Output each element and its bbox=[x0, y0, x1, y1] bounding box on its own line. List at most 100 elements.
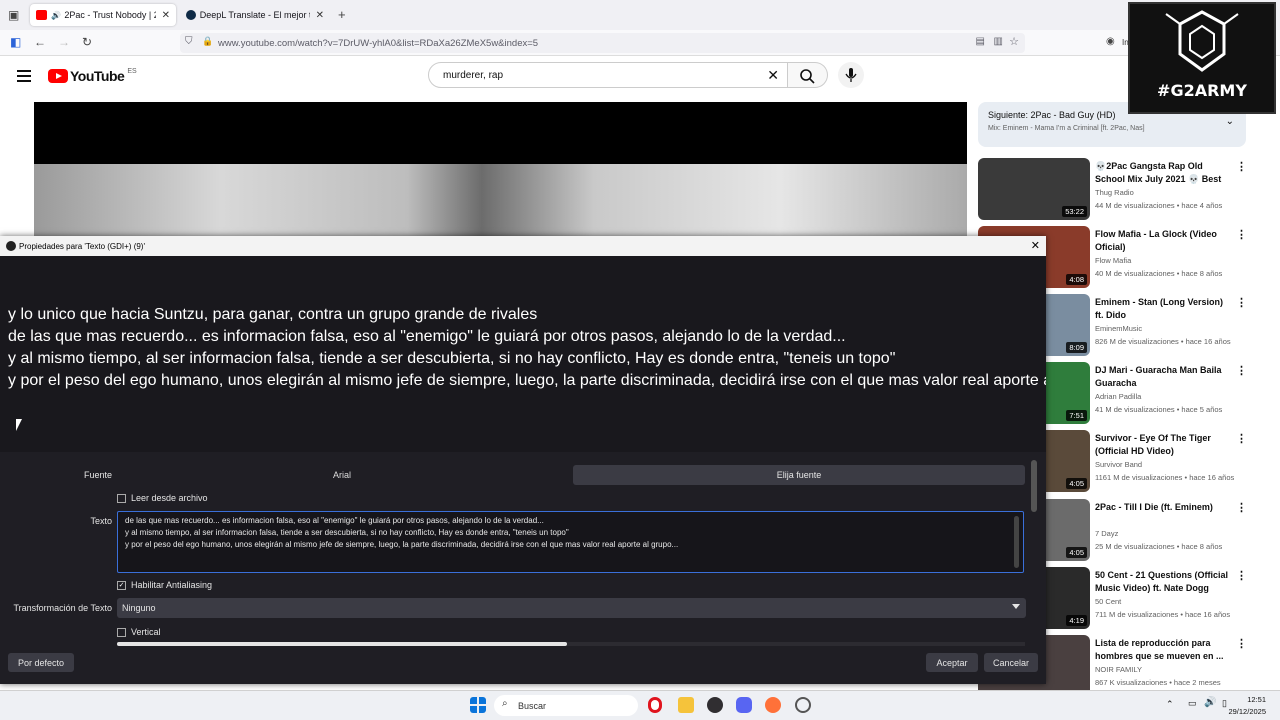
default-button[interactable]: Por defecto bbox=[8, 653, 74, 672]
checkbox-box[interactable] bbox=[117, 627, 126, 637]
reload-icon[interactable]: ↻ bbox=[82, 35, 92, 49]
obs-taskbar-icon[interactable] bbox=[707, 697, 723, 713]
windows-start-icon[interactable] bbox=[470, 697, 486, 713]
more-options-icon[interactable]: ⋮ bbox=[1236, 228, 1247, 241]
ok-button[interactable]: Aceptar bbox=[926, 653, 978, 672]
channel-name[interactable]: Survivor Band bbox=[1095, 460, 1142, 469]
battery-icon[interactable]: ▯ bbox=[1222, 698, 1227, 709]
microphone-icon bbox=[845, 68, 857, 82]
scrollbar-thumb[interactable] bbox=[117, 642, 567, 646]
video-player[interactable] bbox=[34, 102, 967, 242]
preview-line: y por el peso del ego humano, unos elegi… bbox=[8, 372, 1046, 389]
dialog-title: Propiedades para 'Texto (GDI+) (9)' bbox=[19, 241, 145, 251]
search-button[interactable] bbox=[788, 62, 828, 88]
video-title[interactable]: 50 Cent - 21 Questions (Official Music V… bbox=[1095, 569, 1231, 595]
more-options-icon[interactable]: ⋮ bbox=[1236, 501, 1247, 514]
lock-icon[interactable]: 🔒 bbox=[202, 36, 213, 47]
close-tab-icon[interactable]: ✕ bbox=[316, 10, 324, 21]
file-explorer-icon[interactable] bbox=[678, 697, 694, 713]
system-clock[interactable]: 12:51 29/12/2025 bbox=[1228, 694, 1266, 718]
more-options-icon[interactable]: ⋮ bbox=[1236, 569, 1247, 582]
video-title[interactable]: Eminem - Stan (Long Version) ft. Dido bbox=[1095, 296, 1231, 322]
more-options-icon[interactable]: ⋮ bbox=[1236, 432, 1247, 445]
search-value: murderer, rap bbox=[443, 69, 504, 81]
reader-icon[interactable]: ▥ bbox=[994, 36, 1003, 47]
text-scrollbar[interactable] bbox=[1014, 516, 1019, 568]
address-bar[interactable]: ⛉ 🔒 www.youtube.com/watch?v=7DrUW-yhlA0&… bbox=[180, 33, 1025, 53]
new-tab-icon[interactable]: + bbox=[338, 7, 346, 22]
more-options-icon[interactable]: ⋮ bbox=[1236, 364, 1247, 377]
channel-name[interactable]: Flow Mafia bbox=[1095, 256, 1131, 265]
cancel-button[interactable]: Cancelar bbox=[984, 653, 1038, 672]
video-frame bbox=[34, 164, 967, 242]
youtube-play-icon bbox=[48, 69, 68, 83]
opera-icon[interactable] bbox=[648, 697, 662, 713]
video-title[interactable]: Survivor - Eye Of The Tiger (Official HD… bbox=[1095, 432, 1231, 458]
tab-youtube[interactable]: 🔊 2Pac - Trust Nobody | 2025 ✕ bbox=[30, 4, 176, 26]
search-input[interactable]: murderer, rap ✕ bbox=[428, 62, 788, 88]
forward-icon[interactable]: → bbox=[58, 35, 70, 49]
video-meta: 41 M de visualizaciones • hace 5 años bbox=[1095, 405, 1223, 414]
sidebar-icon[interactable]: ◧ bbox=[10, 35, 21, 49]
channel-name[interactable]: EminemMusic bbox=[1095, 324, 1142, 333]
text-input[interactable]: de las que mas recuerdo... es informacio… bbox=[117, 511, 1024, 573]
dialog-title-bar[interactable]: Propiedades para 'Texto (GDI+) (9)' ✕ bbox=[0, 236, 1046, 256]
volume-icon[interactable]: 🔊 bbox=[1204, 697, 1216, 708]
chevron-up-icon[interactable]: ⌃ bbox=[1166, 699, 1174, 710]
channel-name[interactable]: 7 Dayz bbox=[1095, 529, 1118, 538]
preview-line: y al mismo tiempo, al ser informacion fa… bbox=[8, 350, 896, 367]
voice-search-button[interactable] bbox=[838, 62, 864, 88]
chevron-down-icon[interactable]: ⌄ bbox=[1226, 116, 1234, 127]
more-options-icon[interactable]: ⋮ bbox=[1236, 296, 1247, 309]
vertical-scrollbar[interactable] bbox=[1031, 460, 1037, 512]
video-meta: 711 M de visualizaciones • hace 16 años bbox=[1095, 610, 1231, 619]
checkbox-checked-icon[interactable]: ✓ bbox=[117, 580, 126, 590]
speaker-icon: 🔊 bbox=[51, 10, 62, 20]
menu-icon[interactable] bbox=[17, 70, 31, 85]
read-from-file-checkbox[interactable]: Leer desde archivo bbox=[117, 493, 208, 503]
g2army-text: #G2ARMY bbox=[1157, 81, 1247, 100]
video-title[interactable]: Lista de reproducción para hombres que s… bbox=[1095, 637, 1231, 663]
recommendation-item[interactable]: 53:22 💀2Pac Gangsta Rap Old School Mix Ju… bbox=[978, 158, 1258, 222]
obs-icon bbox=[6, 241, 16, 251]
antialiasing-checkbox[interactable]: ✓ Habilitar Antialiasing bbox=[117, 580, 212, 590]
video-thumbnail[interactable]: 53:22 bbox=[978, 158, 1090, 220]
clear-search-icon[interactable]: ✕ bbox=[767, 67, 779, 84]
video-title[interactable]: 2Pac - Till I Die (ft. Eminem) bbox=[1095, 501, 1231, 514]
text-line: de las que mas recuerdo... es informacio… bbox=[125, 516, 544, 525]
settings-icon[interactable] bbox=[795, 697, 811, 713]
picture-icon[interactable]: ▤ bbox=[976, 36, 985, 47]
horizontal-scrollbar[interactable] bbox=[117, 642, 1025, 646]
vertical-checkbox[interactable]: Vertical bbox=[117, 627, 161, 637]
tab-overview-icon[interactable]: ▣ bbox=[8, 8, 19, 22]
network-icon[interactable]: ▭ bbox=[1188, 698, 1197, 709]
video-title[interactable]: DJ Mari - Guaracha Man Baila Guaracha bbox=[1095, 364, 1231, 390]
tab-deepl[interactable]: DeepL Translate - El mejor tradu ✕ bbox=[180, 4, 330, 26]
channel-name[interactable]: 50 Cent bbox=[1095, 597, 1121, 606]
channel-name[interactable]: Thug Radio bbox=[1095, 188, 1134, 197]
taskbar-search[interactable]: ⌕ Buscar bbox=[494, 695, 638, 716]
more-options-icon[interactable]: ⋮ bbox=[1236, 160, 1247, 173]
close-icon[interactable]: ✕ bbox=[1031, 239, 1040, 252]
checkbox-box[interactable] bbox=[117, 493, 126, 503]
choose-font-button[interactable]: Elija fuente bbox=[573, 465, 1025, 485]
account-icon[interactable]: ◉ bbox=[1106, 36, 1115, 47]
video-duration: 4:08 bbox=[1066, 274, 1087, 285]
back-icon[interactable]: ← bbox=[34, 35, 46, 49]
more-options-icon[interactable]: ⋮ bbox=[1236, 637, 1247, 650]
discord-icon[interactable] bbox=[736, 697, 752, 713]
transform-select[interactable]: Ninguno bbox=[117, 598, 1026, 618]
preview-line: de las que mas recuerdo... es informacio… bbox=[8, 328, 846, 345]
firefox-icon[interactable] bbox=[765, 697, 781, 713]
region-label: ES bbox=[127, 67, 137, 75]
channel-name[interactable]: Adrian Padilla bbox=[1095, 392, 1141, 401]
shield-icon[interactable]: ⛉ bbox=[185, 36, 193, 47]
youtube-logo[interactable]: YouTube ES bbox=[48, 68, 137, 84]
bookmark-star-icon[interactable]: ☆ bbox=[1009, 35, 1019, 48]
video-title[interactable]: 💀2Pac Gangsta Rap Old School Mix July 20… bbox=[1095, 160, 1231, 186]
next-up-subtitle: Mix: Eminem - Mama I'm a Criminal [ft. 2… bbox=[988, 125, 1145, 132]
channel-name[interactable]: NOIR FAMILY bbox=[1095, 665, 1142, 674]
vertical-label: Vertical bbox=[131, 627, 161, 637]
video-title[interactable]: Flow Mafia - La Glock (Video Oficial) bbox=[1095, 228, 1231, 254]
close-tab-icon[interactable]: ✕ bbox=[162, 10, 170, 21]
